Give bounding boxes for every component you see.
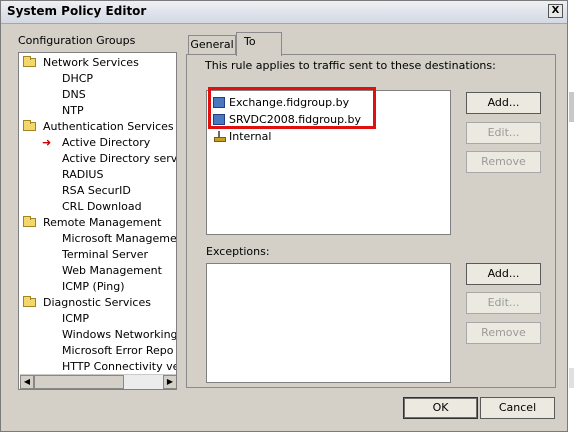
tree-item-dns[interactable]: DNS	[62, 87, 86, 103]
tree-item-label: Diagnostic Services	[43, 296, 151, 309]
background-fragment	[569, 368, 574, 388]
tree-horizontal-scrollbar[interactable]: ◀ ▶	[20, 374, 176, 389]
window-title: System Policy Editor	[7, 4, 147, 18]
destinations-description: This rule applies to traffic sent to the…	[205, 59, 496, 72]
tree-item-web-management[interactable]: Web Management	[62, 263, 162, 279]
tree-item-radius[interactable]: RADIUS	[62, 167, 103, 183]
dialog-window: System Policy Editor X Configuration Gro…	[0, 0, 568, 432]
list-item-label: Internal	[229, 130, 272, 143]
edit-destination-button[interactable]: Edit...	[466, 122, 541, 144]
tree-item-label: Active Directory	[62, 136, 151, 149]
selected-arrow-icon: ➜	[42, 136, 52, 149]
tree-item-rsa-securid[interactable]: RSA SecurID	[62, 183, 131, 199]
folder-icon	[23, 216, 36, 227]
configuration-groups-label: Configuration Groups	[18, 34, 136, 47]
scroll-thumb[interactable]	[34, 375, 124, 389]
tree-item-http-connectivity[interactable]: HTTP Connectivity ve	[62, 359, 176, 375]
background-fragment	[569, 92, 574, 122]
tab-general[interactable]: General	[188, 35, 236, 54]
tree-group-network-services[interactable]: Network Services	[23, 55, 139, 71]
tree-item-microsoft-management[interactable]: Microsoft Manageme	[62, 231, 176, 247]
tree-item-label: Network Services	[43, 56, 139, 69]
tree-item-crl-download[interactable]: CRL Download	[62, 199, 142, 215]
tree-group-diagnostic-services[interactable]: Diagnostic Services	[23, 295, 151, 311]
tree-item-icmp-ping[interactable]: ICMP (Ping)	[62, 279, 125, 295]
remove-destination-button[interactable]: Remove	[466, 151, 541, 173]
tree-item-windows-networking[interactable]: Windows Networking	[62, 327, 176, 343]
add-exception-button[interactable]: Add...	[466, 263, 541, 285]
tree-group-remote-management[interactable]: Remote Management	[23, 215, 161, 231]
highlight-box	[208, 87, 376, 129]
tree-item-label: Remote Management	[43, 216, 162, 229]
scroll-right-icon[interactable]: ▶	[163, 375, 176, 389]
scroll-left-icon[interactable]: ◀	[20, 375, 34, 389]
tree-item-dhcp[interactable]: DHCP	[62, 71, 93, 87]
tree-item-active-directory[interactable]: ➜ Active Directory	[42, 135, 150, 151]
network-icon	[213, 131, 226, 142]
configuration-groups-tree[interactable]: Network Services DHCP DNS NTP Authentica…	[18, 52, 177, 390]
add-destination-button[interactable]: Add...	[466, 92, 541, 114]
exceptions-label: Exceptions:	[206, 245, 270, 258]
tree-item-terminal-server[interactable]: Terminal Server	[62, 247, 148, 263]
title-bar[interactable]: System Policy Editor X	[1, 1, 567, 24]
tab-to[interactable]: To	[236, 32, 282, 56]
cancel-button[interactable]: Cancel	[480, 397, 555, 419]
edit-exception-button[interactable]: Edit...	[466, 292, 541, 314]
tree-item-microsoft-error-reporting[interactable]: Microsoft Error Repo	[62, 343, 174, 359]
tree-group-authentication-services[interactable]: Authentication Services	[23, 119, 174, 135]
remove-exception-button[interactable]: Remove	[466, 322, 541, 344]
tree-item-label: Authentication Services	[43, 120, 174, 133]
folder-icon	[23, 56, 36, 67]
close-button[interactable]: X	[548, 4, 563, 18]
folder-icon	[23, 296, 36, 307]
tree-item-icmp[interactable]: ICMP	[62, 311, 89, 327]
ok-button[interactable]: OK	[403, 397, 478, 419]
exceptions-list[interactable]	[206, 263, 451, 383]
tree-item-active-directory-serv[interactable]: Active Directory serv	[62, 151, 176, 167]
background-window-edge	[569, 0, 574, 436]
list-item[interactable]: Internal	[213, 129, 271, 145]
tree-item-ntp[interactable]: NTP	[62, 103, 84, 119]
folder-icon	[23, 120, 36, 131]
